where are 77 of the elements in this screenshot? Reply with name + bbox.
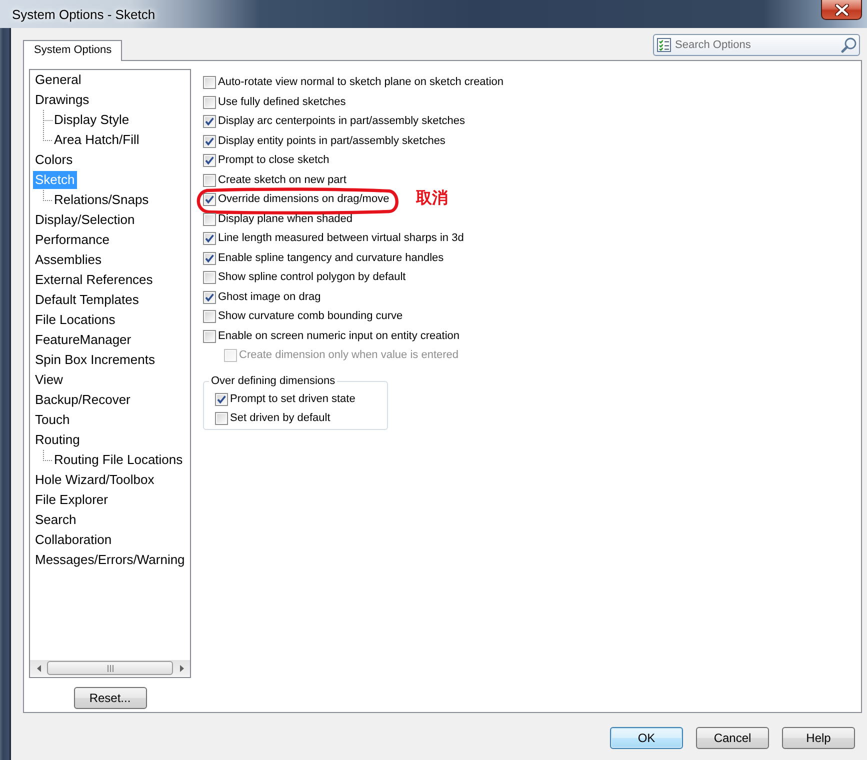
tree-item[interactable]: Drawings (33, 91, 92, 109)
tree-item[interactable]: External References (33, 271, 155, 289)
option-label: Use fully defined sketches (218, 96, 346, 109)
search-icon[interactable] (841, 37, 857, 53)
dialog-button[interactable]: OK (610, 727, 683, 749)
checkbox[interactable] (203, 310, 216, 324)
option-label: Override dimensions on drag/move (218, 193, 390, 206)
tree-connector-line (43, 450, 54, 461)
option-label: Display arc centerpoints in part/assembly sketches (218, 115, 465, 128)
tree-item[interactable]: Spin Box Increments (33, 351, 157, 369)
dialog-button[interactable]: Help (782, 727, 855, 749)
tree-item[interactable]: Display/Selection (33, 211, 137, 229)
annotation-text: 取消 (416, 188, 448, 208)
checkbox[interactable] (203, 76, 216, 90)
right-arrow-icon (180, 664, 184, 672)
tree-connector-line (43, 190, 54, 201)
search-bar[interactable]: Search Options (653, 34, 860, 56)
window-title: System Options - Sketch (11, 6, 156, 22)
option-label: Show curvature comb bounding curve (218, 310, 403, 324)
checkbox[interactable] (215, 412, 228, 426)
checkbox[interactable] (203, 134, 216, 148)
reset-button[interactable]: Reset... (74, 687, 146, 709)
tree-item[interactable]: Routing File Locations (52, 451, 185, 469)
close-icon (834, 4, 848, 16)
option-label: Show spline control polygon by default (218, 271, 406, 284)
checkbox[interactable] (203, 271, 216, 284)
grip-icon (106, 664, 114, 672)
option-label: Auto-rotate view normal to sketch plane on sketch creation (218, 76, 504, 90)
checkbox[interactable] (203, 212, 216, 226)
tree-item[interactable]: Default Templates (33, 291, 141, 309)
checkbox[interactable] (203, 115, 216, 128)
checkbox[interactable] (203, 330, 216, 343)
tree-item[interactable]: Assemblies (33, 251, 104, 269)
scrollbar-thumb[interactable] (47, 661, 173, 675)
tree-item[interactable]: General (33, 71, 84, 89)
left-arrow-icon (36, 664, 40, 672)
option-label: Prompt to close sketch (218, 154, 330, 168)
checkbox[interactable] (203, 154, 216, 168)
checkbox[interactable] (203, 174, 216, 187)
option-label: Enable spline tangency and curvature handles (218, 252, 444, 265)
option-label: Create sketch on new part (218, 174, 346, 187)
tree-item[interactable]: Collaboration (33, 531, 114, 549)
dialog-button[interactable]: Cancel (696, 727, 769, 749)
checkbox[interactable] (203, 232, 216, 246)
checkbox[interactable] (203, 252, 216, 265)
tree-item[interactable]: Routing (33, 431, 82, 449)
close-button[interactable] (821, 0, 862, 20)
tab[interactable]: System Options (23, 40, 122, 61)
tree-item[interactable]: View (33, 371, 65, 389)
option-label: Line length measured between virtual sharps in 3d (218, 232, 464, 246)
tree-item[interactable]: Relations/Snaps (52, 191, 151, 209)
tree-item[interactable]: Search (33, 511, 78, 529)
option-label: Set driven by default (230, 412, 330, 426)
option-label: Display entity points in part/assembly sketches (218, 134, 446, 148)
tree-item[interactable]: Display Style (52, 111, 132, 129)
checklist-icon (656, 37, 672, 53)
tree-item[interactable]: File Locations (33, 311, 118, 329)
tree-item[interactable]: Area Hatch/Fill (52, 131, 142, 149)
option-label: Ghost image on drag (218, 290, 321, 304)
checkbox[interactable] (203, 290, 216, 304)
tree-item[interactable]: Backup/Recover (33, 391, 132, 409)
tree-item[interactable]: Messages/Errors/Warning (33, 551, 187, 569)
option-label: Display plane when shaded (218, 212, 353, 226)
tree-item[interactable]: FeatureManager (33, 331, 134, 349)
tree-item[interactable]: File Explorer (33, 491, 110, 509)
option-label: Create dimension only when value is entered (239, 349, 459, 362)
option-label: Enable on screen numeric input on entity creation (218, 330, 460, 343)
tree-item[interactable]: Performance (33, 231, 112, 249)
checkbox[interactable] (203, 193, 216, 206)
tree-item[interactable]: Hole Wizard/Toolbox (33, 471, 156, 489)
checkbox[interactable] (203, 96, 216, 109)
checkbox[interactable] (215, 392, 228, 406)
group-title: Over defining dimensions (210, 374, 336, 388)
search-input[interactable]: Search Options (672, 39, 841, 51)
tree-item[interactable]: Colors (33, 151, 75, 169)
option-label: Prompt to set driven state (230, 392, 356, 406)
tree-item[interactable]: Touch (33, 411, 72, 429)
